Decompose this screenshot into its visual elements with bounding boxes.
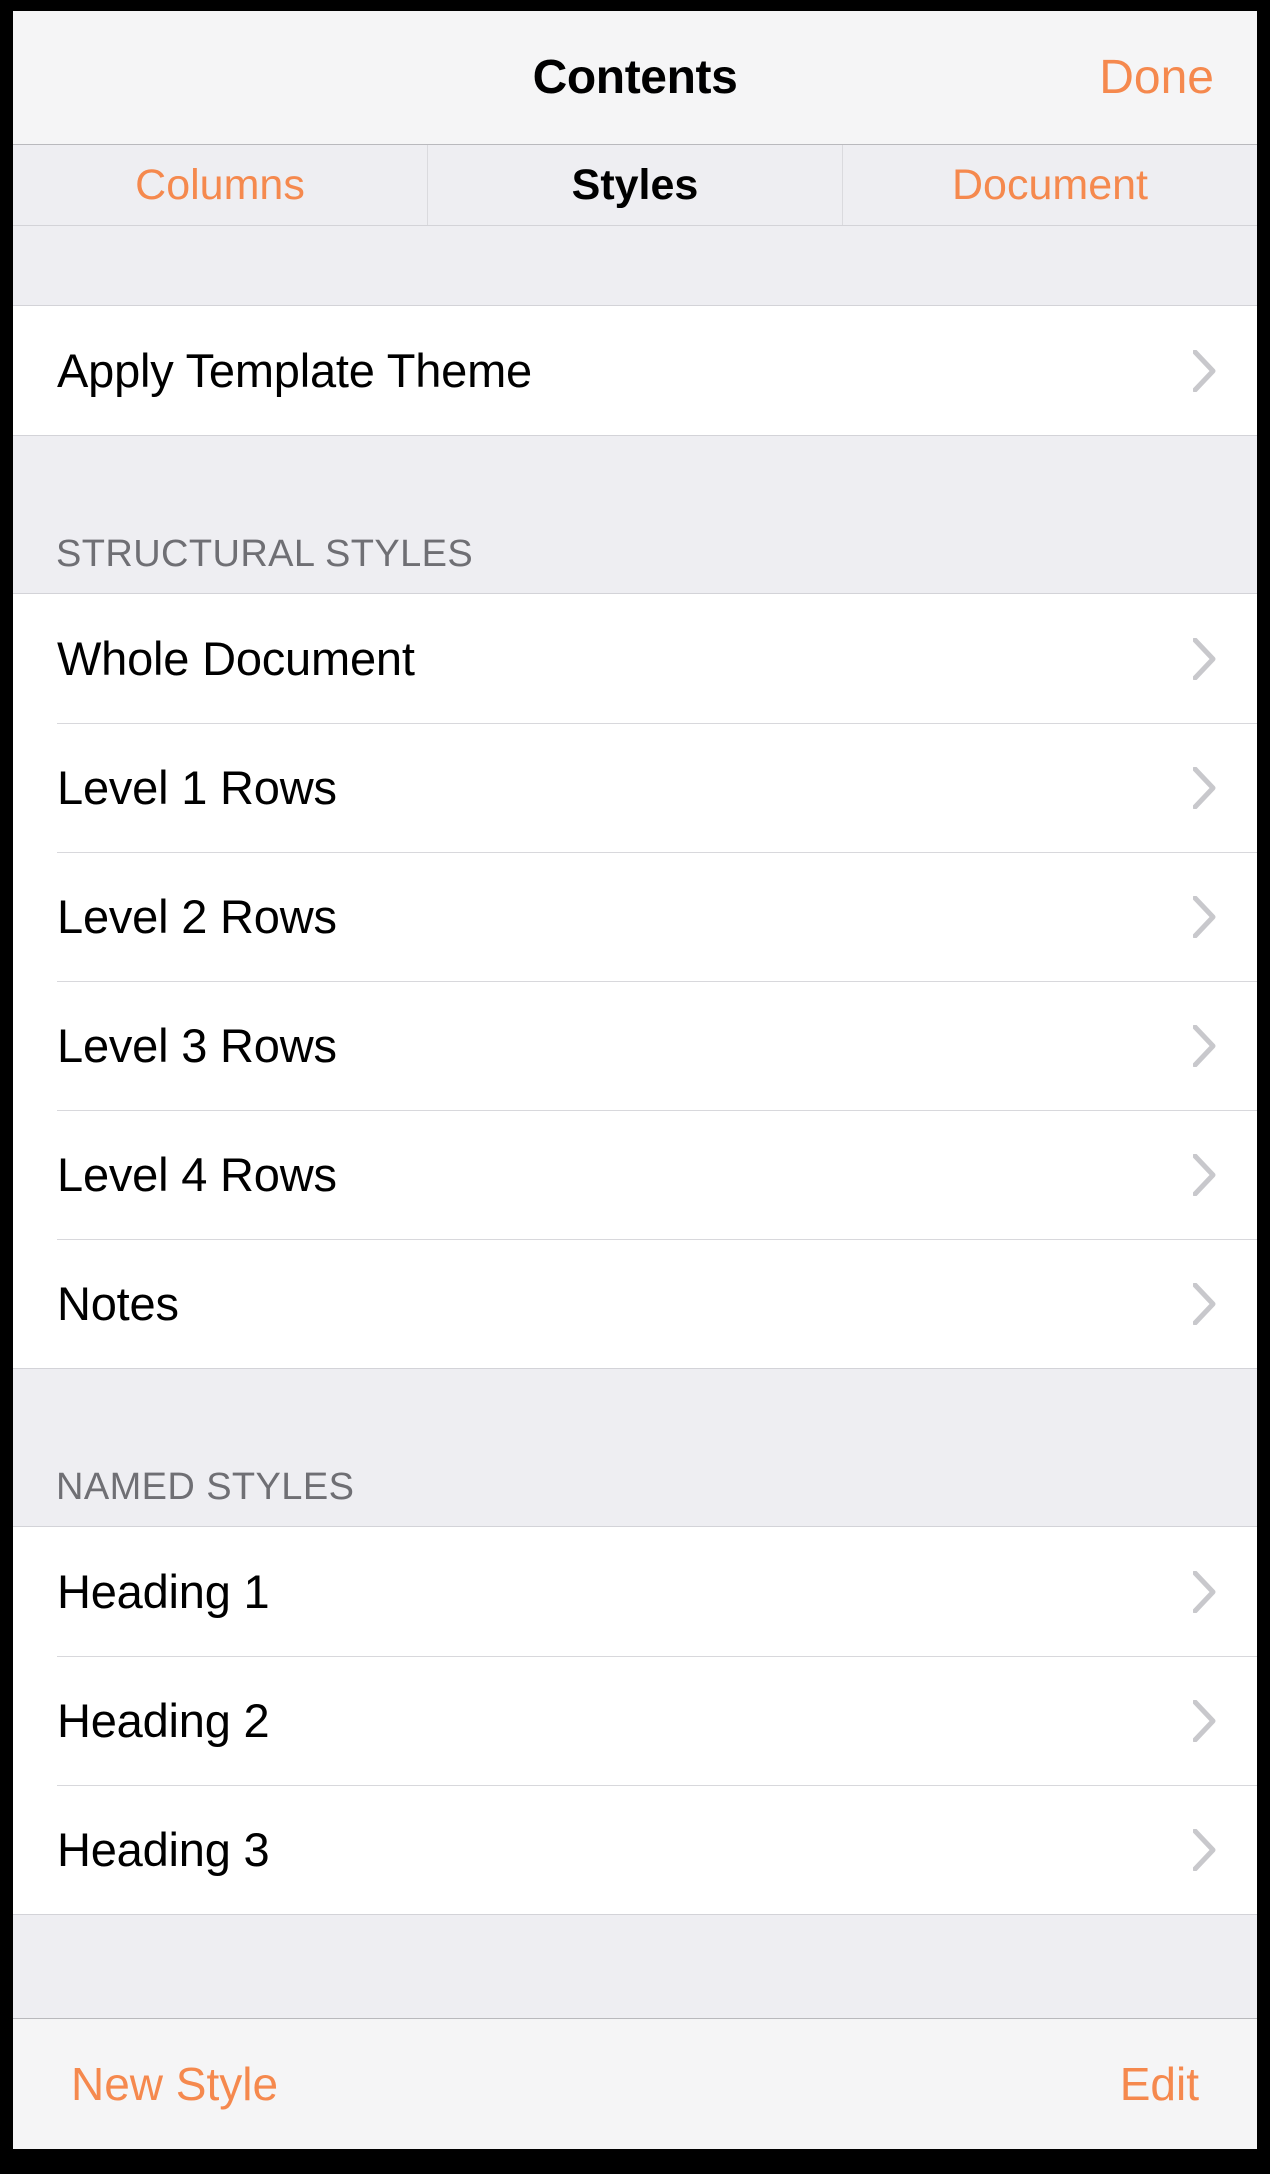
row-notes[interactable]: Notes xyxy=(13,1239,1257,1368)
tab-styles[interactable]: Styles xyxy=(428,145,842,225)
row-label: Apply Template Theme xyxy=(57,344,532,397)
row-level-2-rows[interactable]: Level 2 Rows xyxy=(13,852,1257,981)
chevron-right-icon xyxy=(1193,1024,1217,1067)
row-level-3-rows[interactable]: Level 3 Rows xyxy=(13,981,1257,1110)
theme-group: Apply Template Theme xyxy=(13,305,1257,436)
page-title: Contents xyxy=(532,51,738,104)
chevron-right-icon xyxy=(1193,1828,1217,1871)
chevron-right-icon xyxy=(1193,349,1217,392)
row-label: Level 4 Rows xyxy=(57,1148,337,1201)
row-label: Heading 2 xyxy=(57,1694,270,1747)
navigation-bar: Contents Done xyxy=(13,11,1257,145)
row-label: Whole Document xyxy=(57,632,415,685)
done-button[interactable]: Done xyxy=(1099,11,1214,144)
chevron-right-icon xyxy=(1193,1699,1217,1742)
row-heading-1[interactable]: Heading 1 xyxy=(13,1527,1257,1656)
chevron-right-icon xyxy=(1193,766,1217,809)
row-heading-2[interactable]: Heading 2 xyxy=(13,1656,1257,1785)
bottom-toolbar: New Style Edit xyxy=(13,2018,1257,2149)
tab-document[interactable]: Document xyxy=(842,145,1257,225)
structural-styles-group: Whole Document Level 1 Rows Level 2 Rows… xyxy=(13,593,1257,1369)
row-whole-document[interactable]: Whole Document xyxy=(13,594,1257,723)
section-header-named-styles: NAMED STYLES xyxy=(13,1466,1257,1526)
tab-styles-label: Styles xyxy=(571,160,699,209)
row-label: Level 2 Rows xyxy=(57,890,337,943)
tab-columns[interactable]: Columns xyxy=(13,145,428,225)
section-header-structural-styles: STRUCTURAL STYLES xyxy=(13,533,1257,593)
chevron-right-icon xyxy=(1193,637,1217,680)
settings-list[interactable]: Apply Template Theme STRUCTURAL STYLES W… xyxy=(13,226,1257,2018)
edit-button[interactable]: Edit xyxy=(1120,2057,1199,2111)
tab-columns-label: Columns xyxy=(135,160,305,209)
row-label: Heading 1 xyxy=(57,1565,270,1618)
row-label: Level 1 Rows xyxy=(57,761,337,814)
chevron-right-icon xyxy=(1193,1153,1217,1196)
named-styles-group: Heading 1 Heading 2 Heading 3 xyxy=(13,1526,1257,1915)
row-label: Heading 3 xyxy=(57,1823,270,1876)
chevron-right-icon xyxy=(1193,895,1217,938)
chevron-right-icon xyxy=(1193,1570,1217,1613)
row-apply-template-theme[interactable]: Apply Template Theme xyxy=(13,306,1257,435)
row-heading-3[interactable]: Heading 3 xyxy=(13,1785,1257,1914)
structural-section-spacer xyxy=(13,436,1257,533)
named-section-spacer xyxy=(13,1369,1257,1466)
row-label: Level 3 Rows xyxy=(57,1019,337,1072)
row-level-1-rows[interactable]: Level 1 Rows xyxy=(13,723,1257,852)
list-top-spacer xyxy=(13,226,1257,305)
chevron-right-icon xyxy=(1193,1282,1217,1325)
row-label: Notes xyxy=(57,1277,179,1330)
tab-document-label: Document xyxy=(952,160,1148,209)
segmented-tab-bar: Columns Styles Document xyxy=(13,145,1257,226)
row-level-4-rows[interactable]: Level 4 Rows xyxy=(13,1110,1257,1239)
new-style-button[interactable]: New Style xyxy=(71,2057,278,2111)
device-screen: Contents Done Columns Styles Document Ap… xyxy=(13,11,1257,2149)
